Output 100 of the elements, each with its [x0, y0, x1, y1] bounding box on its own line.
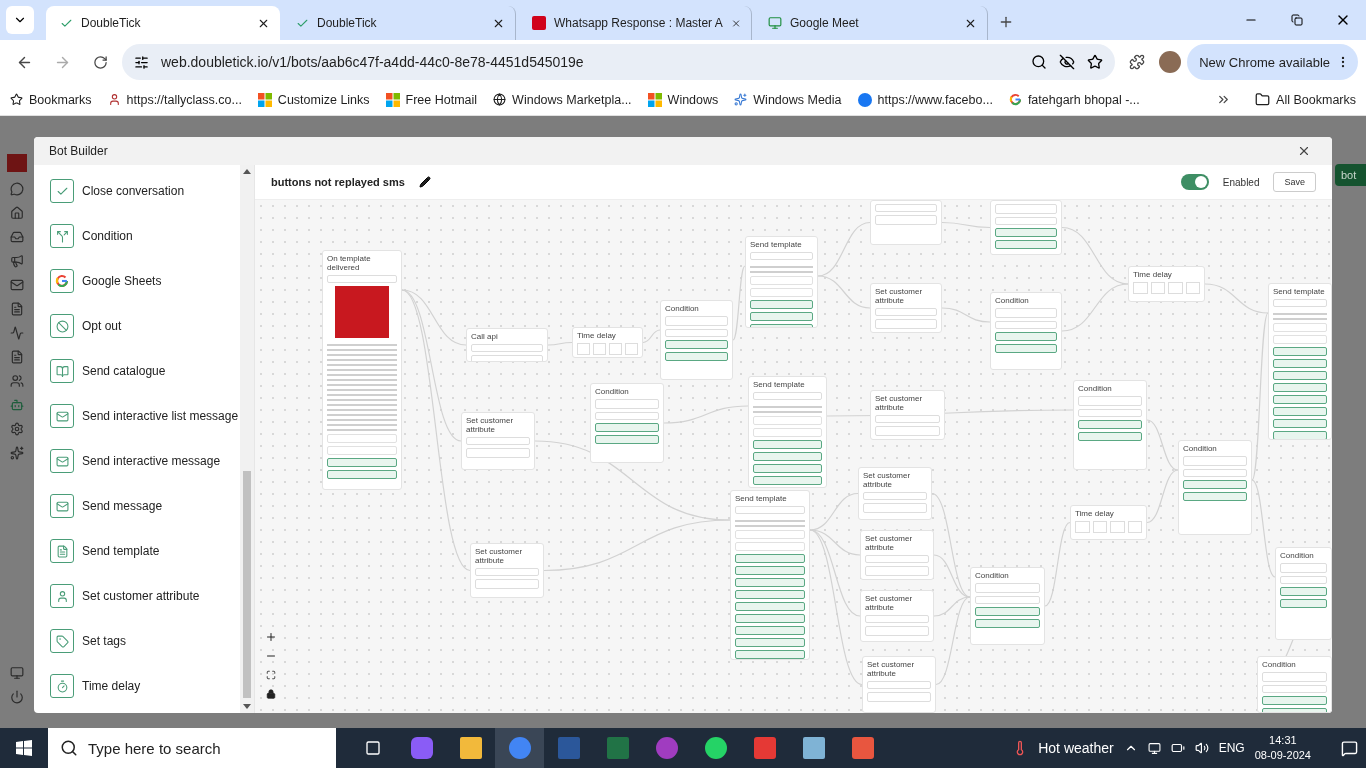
attribute-select[interactable]: [466, 437, 530, 445]
operator-select[interactable]: [1078, 409, 1142, 417]
bot-button[interactable]: bot: [1335, 164, 1366, 186]
taskbar-search-field[interactable]: Type here to search: [48, 728, 336, 768]
profile-avatar[interactable]: [1159, 51, 1182, 73]
flow-node[interactable]: Set customer attribute: [862, 656, 936, 713]
address-bar[interactable]: web.doubletick.io/v1/bots/aab6c47f-a4dd-44c0-8e78-4451d545019e: [122, 44, 1116, 80]
template-select[interactable]: [750, 252, 813, 260]
palette-item[interactable]: Opt out: [50, 314, 240, 338]
delay-field[interactable]: [1150, 282, 1165, 294]
flow-node[interactable]: Time delay: [1070, 505, 1147, 540]
flow-node[interactable]: Set customer attribute: [860, 590, 934, 642]
bookmark-link[interactable]: https://www.facebo...: [857, 92, 993, 107]
palette-item[interactable]: Set tags: [50, 629, 240, 653]
language-indicator[interactable]: ENG: [1218, 741, 1245, 755]
template-select[interactable]: [735, 506, 805, 514]
flow-node[interactable]: On template delivered: [322, 250, 402, 490]
bookmark-link[interactable]: Windows Marketpla...: [493, 92, 632, 107]
flow-node[interactable]: Set customer attribute: [470, 543, 544, 598]
condition-field[interactable]: [995, 308, 1057, 318]
flow-node[interactable]: Condition: [660, 300, 733, 380]
palette-item[interactable]: Send interactive list message: [50, 404, 240, 428]
attribute-select[interactable]: [865, 615, 929, 623]
flow-node[interactable]: [990, 200, 1062, 255]
delay-field[interactable]: [1110, 521, 1125, 533]
enabled-toggle[interactable]: [1180, 174, 1209, 190]
delay-field[interactable]: [609, 343, 622, 355]
palette-item[interactable]: Close conversation: [50, 179, 240, 203]
method-select[interactable]: [471, 355, 543, 361]
bookmark-link[interactable]: Customize Links: [257, 92, 370, 107]
save-button[interactable]: Save: [1273, 172, 1316, 192]
value-field[interactable]: [867, 692, 931, 702]
flow-node[interactable]: Set customer attribute: [860, 530, 934, 580]
bookmark-link[interactable]: Windows Media: [734, 92, 842, 107]
delay-field[interactable]: [1127, 521, 1142, 533]
operator-select[interactable]: [995, 321, 1057, 329]
delay-field[interactable]: [1133, 282, 1148, 294]
operator-select[interactable]: [975, 596, 1040, 604]
attribute-select[interactable]: [865, 555, 929, 563]
template-select[interactable]: [1273, 299, 1327, 307]
flow-node[interactable]: Condition: [1275, 547, 1332, 640]
attribute-select[interactable]: [875, 204, 937, 212]
operator-select[interactable]: [1262, 685, 1327, 693]
bookmark-link[interactable]: fatehgarh bhopal -...: [1008, 92, 1140, 107]
flow-node[interactable]: Set customer attribute: [870, 390, 945, 440]
browser-tab[interactable]: DoubleTick: [46, 6, 280, 40]
condition-field[interactable]: [1078, 396, 1142, 406]
condition-field[interactable]: [995, 204, 1057, 214]
bookmark-link[interactable]: Free Hotmail: [385, 92, 478, 107]
condition-field[interactable]: [665, 316, 728, 326]
flow-node[interactable]: [870, 200, 942, 245]
tab-search-button[interactable]: [6, 6, 34, 34]
condition-field[interactable]: [975, 583, 1040, 593]
palette-item[interactable]: Condition: [50, 224, 240, 248]
flow-node[interactable]: Condition: [1178, 440, 1252, 535]
bookmark-link[interactable]: Windows: [647, 92, 719, 107]
flow-node[interactable]: Condition: [1257, 656, 1332, 713]
all-bookmarks-link[interactable]: All Bookmarks: [1255, 92, 1356, 107]
template-select[interactable]: [327, 275, 397, 283]
value-field[interactable]: [466, 448, 530, 458]
palette-item[interactable]: Send catalogue: [50, 359, 240, 383]
template-select[interactable]: [753, 392, 822, 400]
delay-field[interactable]: [1168, 282, 1183, 294]
bookmark-link[interactable]: Bookmarks: [10, 92, 92, 107]
value-field[interactable]: [863, 503, 927, 513]
palette-item[interactable]: Set customer attribute: [50, 584, 240, 608]
value-field[interactable]: [875, 426, 940, 436]
attribute-select[interactable]: [863, 492, 927, 500]
operator-select[interactable]: [665, 329, 728, 337]
value-field[interactable]: [475, 579, 539, 589]
update-button[interactable]: New Chrome available: [1187, 44, 1358, 80]
value-field[interactable]: [875, 215, 937, 225]
operator-select[interactable]: [1183, 469, 1247, 477]
flow-node[interactable]: Time delay: [1128, 266, 1205, 302]
flow-node[interactable]: Send template: [748, 376, 827, 488]
palette-item[interactable]: Send message: [50, 494, 240, 518]
operator-select[interactable]: [595, 412, 659, 420]
delay-field[interactable]: [577, 343, 590, 355]
value-field[interactable]: [865, 566, 929, 576]
flow-node[interactable]: Call api: [466, 328, 548, 362]
condition-field[interactable]: [1280, 563, 1327, 573]
flow-node[interactable]: Send template: [1268, 283, 1332, 440]
flow-node[interactable]: Send template: [730, 490, 810, 660]
flow-node[interactable]: Set customer attribute: [461, 412, 535, 470]
attribute-select[interactable]: [475, 568, 539, 576]
flow-node[interactable]: Set customer attribute: [858, 467, 932, 520]
operator-select[interactable]: [995, 217, 1057, 225]
api-select[interactable]: [471, 344, 543, 352]
attribute-select[interactable]: [867, 681, 931, 689]
scrollbar-thumb[interactable]: [243, 471, 251, 698]
flow-node[interactable]: Set customer attribute: [870, 283, 942, 333]
flow-node[interactable]: Condition: [590, 383, 664, 463]
bookmark-link[interactable]: https://tallyclass.co...: [107, 92, 242, 107]
palette-item[interactable]: Time delay: [50, 674, 240, 698]
flow-node[interactable]: Condition: [970, 567, 1045, 645]
operator-select[interactable]: [1280, 576, 1327, 584]
flow-node[interactable]: Time delay: [572, 327, 643, 358]
palette-item[interactable]: Google Sheets: [50, 269, 240, 293]
condition-field[interactable]: [1183, 456, 1247, 466]
flow-node[interactable]: Condition: [990, 292, 1062, 370]
